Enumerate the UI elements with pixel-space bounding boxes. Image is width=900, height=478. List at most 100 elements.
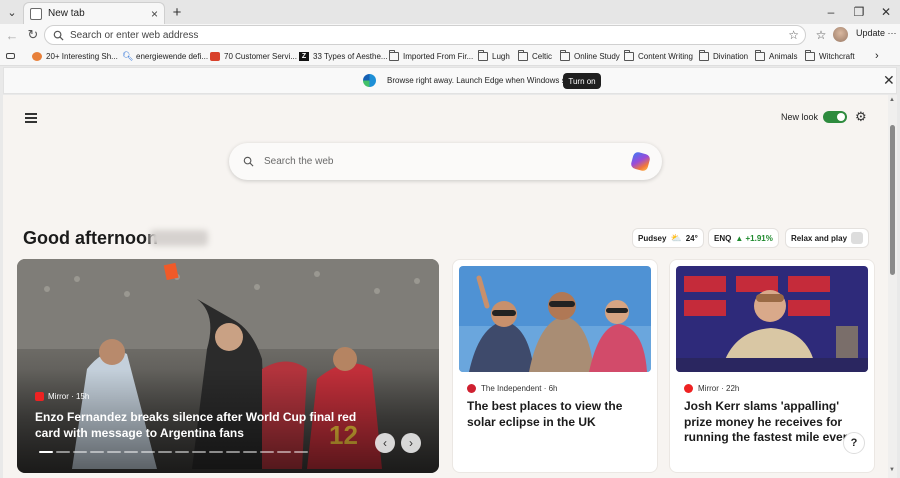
- bookmark-label: 33 Types of Aesthe...: [313, 51, 388, 61]
- weather-temp: 24°: [685, 233, 698, 243]
- scroll-down-icon[interactable]: ▼: [889, 467, 895, 473]
- new-tab-page: New look ⚙ Good afternoon Pudsey ⛅ 24° E…: [3, 95, 888, 478]
- tab-actions-chevron-icon[interactable]: ⌄: [3, 3, 21, 21]
- bookmark-label: Content Writing: [638, 51, 693, 61]
- folder-icon: [699, 49, 709, 61]
- tab-new-tab[interactable]: New tab ×: [23, 2, 165, 24]
- carousel-dot[interactable]: [260, 451, 274, 453]
- carousel-dot[interactable]: [56, 451, 70, 453]
- folder-icon: [518, 49, 528, 61]
- turn-on-button[interactable]: Turn on: [563, 73, 601, 89]
- relax-and-play-label: Relax and play: [791, 233, 848, 243]
- bookmark-item[interactable]: 🔍︎ energiewende defi...: [122, 49, 208, 63]
- bookmark-label: 20+ Interesting Sh...: [46, 51, 118, 61]
- weather-chip[interactable]: Pudsey ⛅ 24°: [632, 228, 704, 248]
- carousel-dot[interactable]: [39, 451, 53, 453]
- new-look-toggle[interactable]: [823, 111, 847, 123]
- news-card-image: [676, 266, 868, 372]
- news-card-image: [459, 266, 651, 372]
- bookmark-folder[interactable]: Lugh: [478, 49, 510, 63]
- carousel-dot[interactable]: [226, 451, 240, 453]
- new-tab-plus-icon[interactable]: +: [168, 3, 186, 21]
- hero-source-text: Mirror · 15h: [48, 392, 90, 401]
- hamburger-menu-icon[interactable]: [25, 113, 37, 123]
- bookmark-folder[interactable]: Divination: [699, 49, 748, 63]
- bookmark-folder[interactable]: Online Study: [560, 49, 620, 63]
- bookmarks-overflow-chevron-icon[interactable]: ›: [875, 49, 879, 63]
- help-icon[interactable]: ?: [843, 432, 865, 454]
- update-button[interactable]: Update ···: [856, 28, 897, 38]
- settings-gear-icon[interactable]: ⚙: [855, 109, 867, 125]
- restore-icon[interactable]: ❐: [850, 3, 868, 21]
- bookmark-item[interactable]: 20+ Interesting Sh...: [32, 49, 118, 63]
- hero-headline[interactable]: Enzo Fernandez breaks silence after Worl…: [35, 409, 365, 441]
- bookmark-item[interactable]: 70 Customer Servi...: [210, 49, 297, 63]
- scroll-up-icon[interactable]: ▲: [889, 97, 895, 103]
- bookmarks-toggle-icon[interactable]: [6, 49, 15, 63]
- infobar-close-icon[interactable]: ✕: [883, 72, 895, 89]
- greeting-heading: Good afternoon: [23, 228, 158, 248]
- bookmark-folder[interactable]: Animals: [755, 49, 797, 63]
- weather-city: Pudsey: [638, 233, 667, 243]
- carousel-dot[interactable]: [277, 451, 291, 453]
- stock-chip[interactable]: ENQ ▲ +1.91%: [708, 228, 779, 248]
- bookmark-label: Animals: [769, 51, 798, 61]
- relax-and-play-chip[interactable]: Relax and play: [785, 228, 870, 248]
- web-search-input[interactable]: [264, 156, 662, 167]
- bookmark-label: Online Study: [574, 51, 620, 61]
- carousel-dot[interactable]: [192, 451, 206, 453]
- mirror-logo-icon: [35, 392, 44, 401]
- carousel-dot[interactable]: [73, 451, 87, 453]
- folder-icon: [624, 49, 634, 61]
- bookmark-label: Imported From Fir...: [403, 51, 474, 61]
- news-card-source: Mirror · 22h: [684, 384, 739, 393]
- carousel-dot[interactable]: [90, 451, 104, 453]
- navigation-toolbar: ← ↻ ☆: [0, 24, 900, 46]
- news-card-headline[interactable]: The best places to view the solar eclips…: [467, 399, 647, 430]
- bookmark-folder[interactable]: Imported From Fir...: [389, 49, 473, 63]
- favorites-icon[interactable]: ☆: [813, 27, 829, 43]
- profile-avatar[interactable]: [833, 27, 848, 42]
- carousel-dot[interactable]: [294, 451, 308, 453]
- news-card-headline[interactable]: Josh Kerr slams 'appalling' prize money …: [684, 399, 864, 446]
- carousel-dot[interactable]: [124, 451, 138, 453]
- address-bar[interactable]: ☆: [44, 25, 806, 45]
- carousel-dot[interactable]: [209, 451, 223, 453]
- carousel-next-chevron-icon[interactable]: ›: [401, 433, 421, 453]
- game-thumbnail-icon: [851, 232, 864, 244]
- carousel-dot[interactable]: [243, 451, 257, 453]
- independent-logo-icon: [467, 384, 476, 393]
- bookmark-folder[interactable]: Content Writing: [624, 49, 693, 63]
- carousel-prev-chevron-icon[interactable]: ‹: [375, 433, 395, 453]
- tab-close-icon[interactable]: ×: [151, 7, 158, 21]
- carousel-dot[interactable]: [107, 451, 121, 453]
- refresh-icon[interactable]: ↻: [24, 26, 42, 44]
- carousel-dot[interactable]: [175, 451, 189, 453]
- web-search-box[interactable]: [229, 143, 662, 180]
- copilot-icon[interactable]: [630, 151, 651, 172]
- carousel-dot[interactable]: [158, 451, 172, 453]
- bookmark-item[interactable]: Z 33 Types of Aesthe...: [299, 49, 388, 63]
- bookmark-folder[interactable]: Witchcraft: [805, 49, 855, 63]
- new-tab-favicon-icon: [30, 7, 42, 20]
- window-close-icon[interactable]: ✕: [877, 3, 895, 21]
- scrollbar-thumb[interactable]: [890, 125, 895, 275]
- folder-icon: [755, 49, 765, 61]
- blurred-user-name: [150, 230, 208, 246]
- news-card[interactable]: The Independent · 6h The best places to …: [452, 259, 658, 473]
- carousel-dot[interactable]: [141, 451, 155, 453]
- minimize-icon[interactable]: –: [822, 3, 840, 21]
- startup-boost-infobar: Browse right away. Launch Edge when Wind…: [3, 67, 897, 94]
- address-input[interactable]: [70, 29, 805, 41]
- bookmarks-bar: 20+ Interesting Sh... 🔍︎ energiewende def…: [0, 46, 900, 66]
- favorite-star-icon[interactable]: ☆: [788, 28, 799, 42]
- bookmark-label: Divination: [713, 51, 749, 61]
- infobar-message: Browse right away. Launch Edge when Wind…: [387, 76, 584, 85]
- bookmark-favicon-icon: [210, 51, 220, 61]
- tab-title: New tab: [48, 8, 85, 19]
- page-scrollbar[interactable]: ▲ ▼: [888, 95, 897, 478]
- hero-news-card[interactable]: 12 Mirror · 15h Enzo Fernandez breaks si…: [17, 259, 439, 473]
- back-arrow-icon[interactable]: ←: [3, 26, 21, 44]
- bookmark-folder[interactable]: Celtic: [518, 49, 552, 63]
- partly-cloudy-icon: ⛅: [670, 232, 682, 243]
